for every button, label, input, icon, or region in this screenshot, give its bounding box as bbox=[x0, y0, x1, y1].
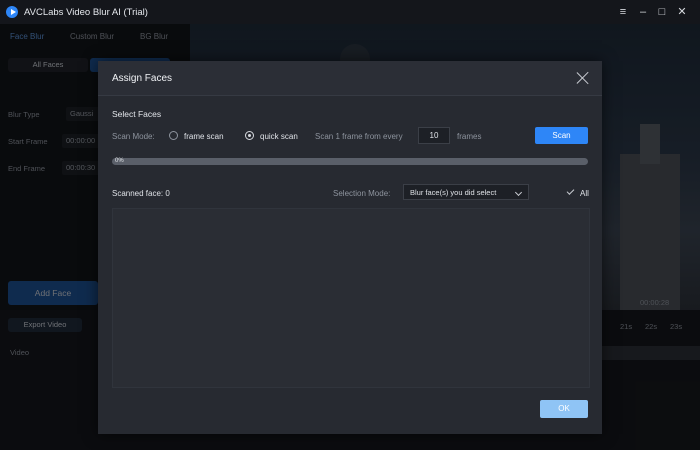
select-all-label[interactable]: All bbox=[580, 189, 589, 198]
frame-scan-radio[interactable] bbox=[169, 131, 178, 140]
app-title: AVCLabs Video Blur AI (Trial) bbox=[24, 7, 148, 18]
quick-scan-label[interactable]: quick scan bbox=[260, 132, 298, 141]
title-bar: AVCLabs Video Blur AI (Trial) ≡ – □ ✕ bbox=[0, 0, 700, 24]
scan-progress-bar: 0% bbox=[112, 158, 588, 165]
quick-scan-radio[interactable] bbox=[245, 131, 254, 140]
frame-scan-label[interactable]: frame scan bbox=[184, 132, 224, 141]
minimize-icon[interactable]: – bbox=[636, 5, 650, 19]
scan-every-label: Scan 1 frame from every bbox=[315, 132, 403, 141]
frames-label: frames bbox=[457, 132, 482, 141]
selection-mode-label: Selection Mode: bbox=[333, 189, 391, 198]
assign-faces-dialog: Assign Faces Select Faces Scan Mode: fra… bbox=[98, 61, 602, 434]
close-icon[interactable]: ✕ bbox=[675, 5, 689, 19]
progress-percent: 0% bbox=[115, 158, 124, 164]
select-faces-heading: Select Faces bbox=[112, 109, 162, 119]
scan-mode-label: Scan Mode: bbox=[112, 132, 155, 141]
ok-button[interactable]: OK bbox=[540, 400, 588, 418]
scanned-count: Scanned face: 0 bbox=[112, 189, 170, 198]
maximize-icon[interactable]: □ bbox=[655, 5, 669, 19]
hamburger-icon[interactable]: ≡ bbox=[616, 5, 630, 19]
selection-mode-value: Blur face(s) you did select bbox=[410, 188, 497, 197]
scanned-faces-area[interactable] bbox=[112, 208, 590, 388]
dialog-header: Assign Faces bbox=[98, 61, 602, 96]
close-icon[interactable] bbox=[576, 71, 590, 85]
app-logo-icon bbox=[6, 6, 18, 18]
dialog-title: Assign Faces bbox=[112, 73, 173, 84]
selection-mode-dropdown[interactable]: Blur face(s) you did select bbox=[403, 184, 529, 200]
frames-interval-input[interactable]: 10 bbox=[418, 127, 450, 144]
scan-button[interactable]: Scan bbox=[535, 127, 588, 144]
chevron-down-icon bbox=[514, 188, 523, 197]
check-icon[interactable] bbox=[566, 187, 575, 195]
